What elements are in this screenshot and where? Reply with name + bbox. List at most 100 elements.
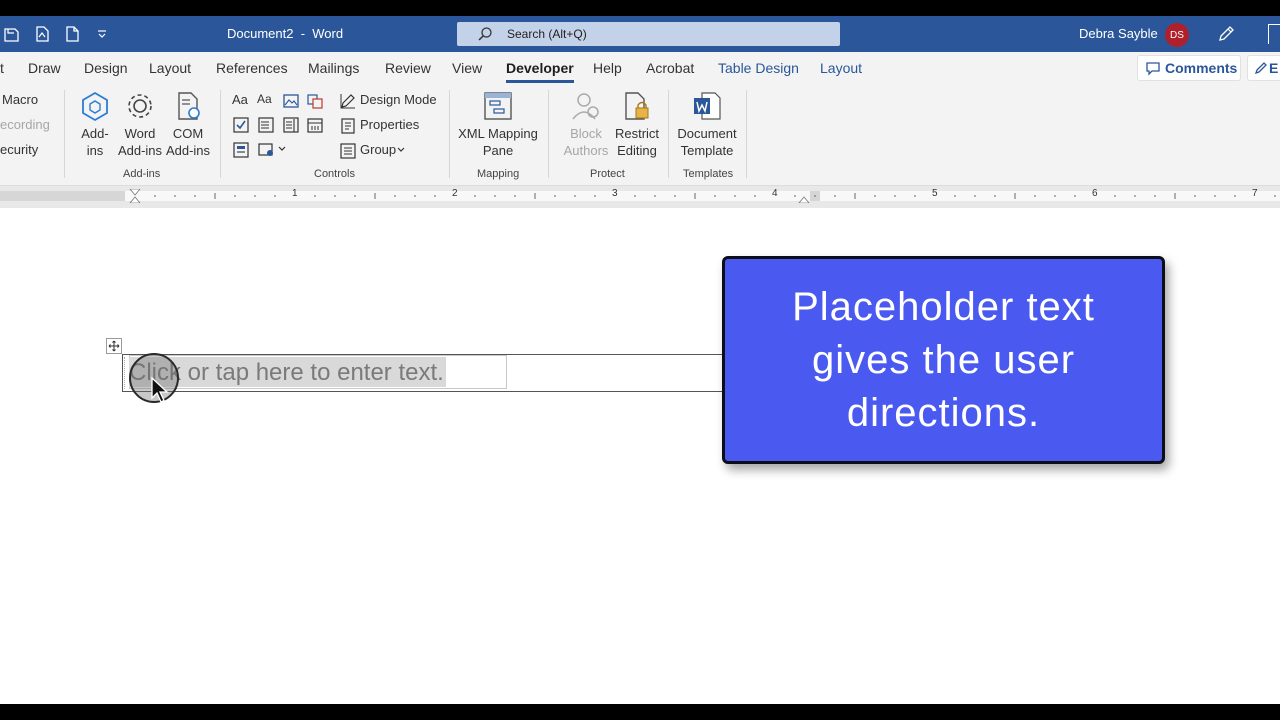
group-label-protect: Protect: [590, 168, 625, 180]
ruler-number: 6: [1092, 188, 1098, 199]
building-block-control-icon[interactable]: [306, 92, 324, 110]
move-icon: [108, 340, 120, 352]
tab-review[interactable]: Review: [385, 60, 431, 76]
combo-box-control-icon[interactable]: [257, 116, 275, 134]
new-doc-icon[interactable]: [62, 24, 82, 44]
xml-mapping-pane-button[interactable]: XML Mapping Pane: [455, 90, 541, 159]
ruler-number: 1: [292, 188, 298, 199]
add-ins-label-1: Add-: [81, 126, 109, 141]
repeating-section-control-icon[interactable]: [232, 141, 250, 159]
document-template-button[interactable]: Document Template: [674, 90, 740, 159]
group-label-mapping: Mapping: [477, 168, 520, 180]
ruler-number: 5: [932, 188, 938, 199]
chevron-down-icon[interactable]: [277, 144, 287, 154]
document-template-label-2: Template: [680, 143, 734, 158]
rich-text-control-button[interactable]: Aa: [232, 92, 248, 107]
group-label-templates: Templates: [683, 168, 734, 180]
save-icon[interactable]: [2, 24, 22, 44]
tab-help[interactable]: Help: [593, 60, 622, 76]
xml-mapping-icon: [484, 92, 512, 120]
callout-text: Placeholder text gives the user directio…: [792, 284, 1095, 435]
properties-button[interactable]: Properties: [360, 117, 419, 132]
tab-table-layout[interactable]: Layout: [820, 60, 862, 76]
picture-control-icon[interactable]: [282, 92, 300, 110]
group-label-controls: Controls: [314, 168, 355, 180]
quick-access-toolbar: [0, 16, 112, 52]
comments-icon: [1146, 62, 1160, 76]
ruler-number: 7: [1252, 188, 1258, 199]
restrict-editing-button[interactable]: Restrict Editing: [612, 90, 662, 159]
tab-developer[interactable]: Developer: [506, 60, 574, 83]
ruler-number: 2: [452, 188, 458, 199]
tab-design[interactable]: Design: [84, 60, 128, 76]
block-authors-icon: [572, 93, 599, 120]
group-button[interactable]: Group: [360, 142, 396, 157]
group-label-add-ins: Add-ins: [123, 168, 161, 180]
block-authors-button[interactable]: Block Authors: [556, 90, 616, 159]
group-separator: [668, 90, 669, 178]
lock-icon: [625, 92, 649, 120]
checkbox-control-icon[interactable]: [232, 116, 250, 134]
add-ins-label-2: ins: [86, 143, 104, 158]
macro-security-button[interactable]: ecurity: [0, 142, 38, 157]
document-canvas[interactable]: Click or tap here to enter text. Placeho…: [0, 208, 1280, 704]
group-separator: [64, 90, 65, 178]
date-picker-control-icon[interactable]: [306, 116, 324, 134]
add-ins-icon: [82, 91, 108, 122]
search-icon: [478, 27, 492, 41]
tab-references[interactable]: References: [216, 60, 288, 76]
editing-button[interactable]: E: [1247, 55, 1280, 81]
add-ins-button[interactable]: Add- ins: [75, 90, 115, 159]
window-control[interactable]: [1268, 24, 1280, 44]
xml-mapping-label-1: XML Mapping: [458, 126, 538, 141]
group-separator: [746, 90, 747, 178]
tab-table-design[interactable]: Table Design: [718, 60, 799, 76]
ruler-number: 4: [772, 188, 778, 199]
pause-recording-button[interactable]: ecording: [0, 117, 50, 132]
com-add-ins-label-1: COM: [172, 126, 204, 141]
block-authors-label-1: Block: [570, 126, 602, 141]
comments-label: Comments: [1165, 60, 1238, 76]
design-mode-button[interactable]: Design Mode: [360, 92, 437, 107]
ribbon-tabs: t Draw Design Layout References Mailings…: [0, 52, 1280, 84]
tab-view[interactable]: View: [452, 60, 482, 76]
design-mode-icon: [340, 94, 355, 109]
document-template-label-1: Document: [677, 126, 737, 141]
plain-text-control-button[interactable]: Aa: [257, 92, 272, 106]
comments-button[interactable]: Comments: [1137, 55, 1241, 81]
horizontal-ruler[interactable]: 1 2 3 4 5 6 7: [0, 186, 1280, 208]
user-name[interactable]: Debra Sayble: [1079, 26, 1158, 41]
edit-icon: [1254, 62, 1267, 75]
dropdown-list-control-icon[interactable]: [282, 116, 300, 134]
customize-qat-icon[interactable]: [92, 24, 112, 44]
search-placeholder: Search (Alt+Q): [507, 27, 587, 41]
word-add-ins-label-1: Word: [124, 126, 156, 141]
restrict-editing-label-2: Editing: [617, 143, 657, 158]
ruler-scale: [0, 189, 1280, 203]
mouse-cursor-icon: [151, 376, 169, 403]
legacy-tools-icon[interactable]: [257, 141, 275, 159]
save-as-pdf-icon[interactable]: [32, 24, 52, 44]
com-add-ins-icon: [178, 92, 200, 120]
word-add-ins-label-2: Add-ins: [117, 143, 163, 158]
group-separator: [548, 90, 549, 178]
macro-button[interactable]: Macro: [2, 92, 38, 107]
search-box[interactable]: Search (Alt+Q): [457, 22, 840, 46]
tab-draw[interactable]: Draw: [28, 60, 61, 76]
avatar[interactable]: DS: [1165, 23, 1189, 47]
word-add-ins-button[interactable]: Word Add-ins: [116, 90, 164, 159]
tab-layout[interactable]: Layout: [149, 60, 191, 76]
word-template-icon: [694, 92, 721, 120]
ruler-number: 3: [612, 188, 618, 199]
letterbox-bottom: [0, 704, 1280, 720]
tab-mailings[interactable]: Mailings: [308, 60, 359, 76]
pen-icon[interactable]: [1216, 24, 1236, 44]
tab-acrobat[interactable]: Acrobat: [646, 60, 694, 76]
chevron-down-icon[interactable]: [396, 145, 406, 155]
tab-insert[interactable]: t: [0, 60, 4, 76]
document-title: Document2 - Word: [227, 26, 344, 41]
com-add-ins-button[interactable]: COM Add-ins: [164, 90, 212, 159]
group-icon: [340, 143, 356, 159]
table-move-handle[interactable]: [106, 338, 122, 354]
group-separator: [449, 90, 450, 178]
